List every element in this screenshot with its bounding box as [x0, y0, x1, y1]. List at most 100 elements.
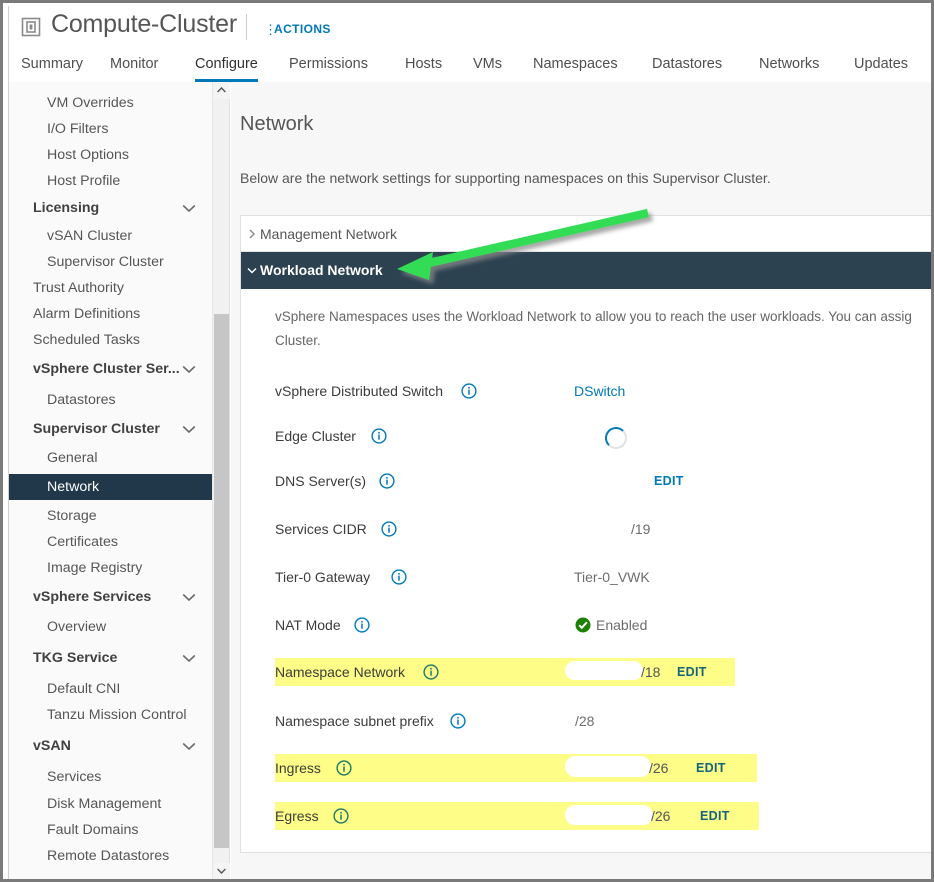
sidebar-item-storage[interactable]: Storage	[9, 503, 212, 529]
sidebar-item-label: vSphere Services	[33, 589, 152, 605]
sidebar-item-label: Image Registry	[47, 560, 143, 576]
property-label: vSphere Distributed Switch	[275, 383, 444, 399]
sidebar-item-default-cni[interactable]: Default CNI	[9, 676, 212, 702]
sidebar-item-label: Licensing	[33, 200, 100, 216]
tab-summary[interactable]: Summary	[21, 48, 83, 82]
sidebar-item-vsphere-cluster-ser[interactable]: vSphere Cluster Ser...	[9, 356, 212, 382]
workload-network-body: vSphere Namespaces uses the Workload Net…	[241, 305, 931, 852]
property-row-namespace-network: Namespace Network/18 EDIT	[275, 658, 735, 686]
actions-button[interactable]: ⋮ ACTIONS	[264, 21, 331, 37]
workload-network-description: vSphere Namespaces uses the Workload Net…	[275, 305, 931, 353]
page-title-cluster-name: Compute-Cluster	[51, 10, 237, 38]
sidebar-item-vsan[interactable]: vSAN	[9, 733, 212, 759]
sidebar-item-label: Host Options	[47, 147, 130, 163]
sidebar-item-services[interactable]: Services	[9, 764, 212, 790]
tab-namespaces[interactable]: Namespaces	[533, 48, 618, 82]
sidebar-item-host-profile[interactable]: Host Profile	[9, 168, 212, 194]
sidebar-item-fault-domains[interactable]: Fault Domains	[9, 817, 212, 843]
property-value: Tier-0_VWK	[574, 569, 650, 585]
property-row-egress: Egress/26 EDIT	[275, 802, 759, 830]
scrollbar-thumb[interactable]	[214, 314, 229, 848]
property-label: NAT Mode	[275, 617, 341, 633]
sidebar-item-licensing[interactable]: Licensing	[9, 195, 212, 221]
primary-tab-bar: Summary Monitor Configure Permissions Hosts V…	[9, 48, 931, 83]
sidebar-item-i-o-filters[interactable]: I/O Filters	[9, 116, 212, 142]
sidebar-item-label: Alarm Definitions	[33, 306, 141, 322]
section-header-management-network[interactable]: Management Network	[241, 216, 931, 252]
sidebar-item-trust-authority[interactable]: Trust Authority	[9, 275, 212, 301]
tab-networks[interactable]: Networks	[759, 48, 819, 82]
info-icon[interactable]	[423, 664, 439, 680]
sidebar-item-label: vSAN	[33, 738, 71, 754]
edit-link[interactable]: EDIT	[654, 467, 684, 495]
sidebar-item-label: Fault Domains	[47, 822, 139, 838]
info-icon[interactable]	[391, 569, 407, 585]
workload-description-line: Cluster.	[275, 333, 321, 348]
workload-network-properties: vSphere Distributed Switch DSwitch Edge Cl…	[241, 377, 931, 832]
scroll-up-button[interactable]	[213, 82, 230, 99]
tab-configure[interactable]: Configure	[195, 48, 258, 82]
info-icon[interactable]	[379, 473, 395, 489]
sidebar-item-label: vSphere Cluster Ser...	[33, 361, 180, 377]
property-value-link[interactable]: DSwitch	[574, 377, 625, 405]
title-divider	[246, 14, 247, 40]
sidebar-item-label: VM Overrides	[47, 95, 134, 111]
chevron-down-icon	[182, 195, 196, 221]
info-icon[interactable]	[450, 713, 466, 729]
scroll-down-button[interactable]	[213, 863, 230, 879]
sidebar-item-label: Network	[47, 479, 100, 495]
property-value: /28	[575, 713, 595, 729]
info-icon[interactable]	[371, 428, 387, 444]
tab-monitor[interactable]: Monitor	[110, 48, 158, 82]
sidebar-item-disk-management[interactable]: Disk Management	[9, 791, 212, 817]
sidebar-item-label: I/O Filters	[47, 121, 109, 137]
sidebar-item-vsan-cluster[interactable]: vSAN Cluster	[9, 223, 212, 249]
property-label: Services CIDR	[275, 521, 367, 537]
sidebar-item-supervisor-cluster[interactable]: Supervisor Cluster	[9, 416, 212, 442]
info-icon[interactable]	[333, 808, 349, 824]
sidebar-item-certificates[interactable]: Certificates	[9, 529, 212, 555]
edit-link[interactable]: EDIT	[696, 754, 726, 782]
tab-updates[interactable]: Updates	[854, 48, 908, 82]
sidebar-item-label: Datastores	[47, 392, 116, 408]
sidebar-item-tanzu-mission-control[interactable]: Tanzu Mission Control	[9, 702, 212, 728]
tab-vms[interactable]: VMs	[473, 48, 502, 82]
section-header-workload-network[interactable]: Workload Network	[241, 252, 931, 289]
sidebar-item-vm-overrides[interactable]: VM Overrides	[9, 90, 212, 116]
tab-datastores[interactable]: Datastores	[652, 48, 722, 82]
sidebar-item-vsphere-services[interactable]: vSphere Services	[9, 584, 212, 610]
property-row-edge-cluster: Edge Cluster	[275, 422, 735, 450]
sidebar-item-datastores[interactable]: Datastores	[9, 387, 212, 413]
sidebar-item-label: Supervisor Cluster	[47, 254, 164, 270]
sidebar-item-network[interactable]: Network	[9, 474, 212, 500]
property-value: Enabled	[596, 617, 648, 633]
property-value: /18	[641, 664, 661, 680]
tab-permissions[interactable]: Permissions	[289, 48, 368, 82]
info-icon[interactable]	[336, 760, 352, 776]
sidebar-item-alarm-definitions[interactable]: Alarm Definitions	[9, 301, 212, 327]
property-row-nat-mode: NAT Mode Enabled	[275, 611, 735, 639]
info-icon[interactable]	[354, 617, 370, 633]
sidebar-scrollbar[interactable]	[212, 82, 230, 879]
info-icon[interactable]	[461, 383, 477, 399]
sidebar-item-remote-datastores[interactable]: Remote Datastores	[9, 843, 212, 869]
kebab-menu-icon: ⋮	[264, 21, 277, 37]
sidebar-item-overview[interactable]: Overview	[9, 614, 212, 640]
sidebar-item-scheduled-tasks[interactable]: Scheduled Tasks	[9, 327, 212, 353]
sidebar-item-image-registry[interactable]: Image Registry	[9, 555, 212, 581]
section-label-workload-network: Workload Network	[260, 262, 383, 278]
sidebar-item-general[interactable]: General	[9, 445, 212, 471]
edit-link[interactable]: EDIT	[677, 658, 707, 686]
info-icon[interactable]	[381, 521, 397, 537]
property-row-vsphere-distributed-switch: vSphere Distributed Switch DSwitch	[275, 377, 735, 405]
edit-link[interactable]: EDIT	[700, 802, 730, 830]
redacted-value	[565, 756, 651, 777]
sidebar-item-host-options[interactable]: Host Options	[9, 142, 212, 168]
vsphere-client-window: Compute-Cluster ⋮ ACTIONS Summary Monitor…	[8, 6, 931, 879]
sidebar-item-label: Overview	[47, 619, 107, 635]
chevron-right-icon	[245, 216, 259, 252]
sidebar-item-supervisor-cluster[interactable]: Supervisor Cluster	[9, 249, 212, 275]
property-row-ingress: Ingress/26 EDIT	[275, 754, 757, 782]
tab-hosts[interactable]: Hosts	[405, 48, 442, 82]
sidebar-item-tkg-service[interactable]: TKG Service	[9, 645, 212, 671]
